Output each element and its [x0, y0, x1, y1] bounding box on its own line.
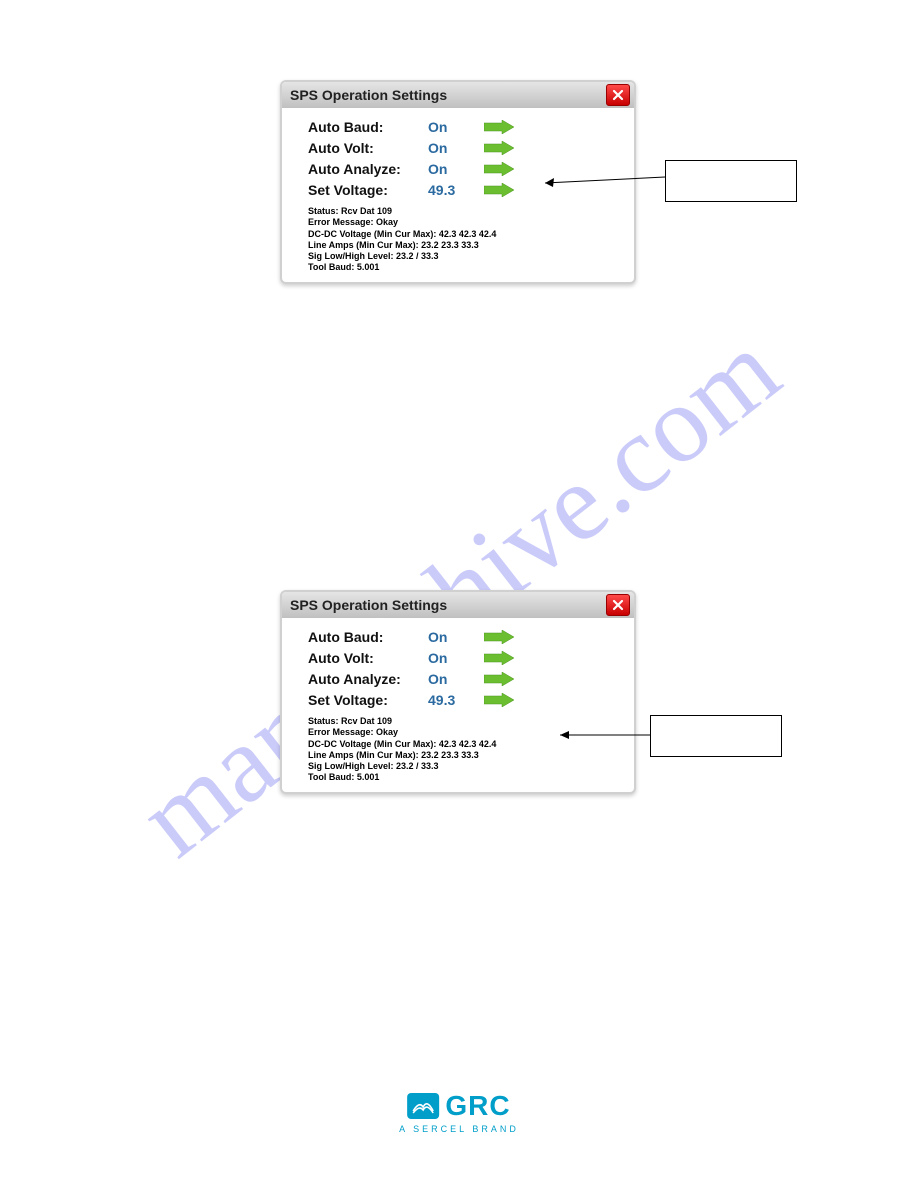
label-auto-volt: Auto Volt: [308, 140, 428, 156]
mountain-icon [411, 1097, 435, 1115]
baud-line: Tool Baud: 5.001 [308, 262, 620, 273]
close-icon [612, 89, 624, 101]
value-auto-volt: On [428, 650, 483, 666]
close-button[interactable] [606, 84, 630, 106]
grc-tagline: A SERCEL BRAND [399, 1124, 519, 1134]
close-icon [612, 599, 624, 611]
arrow-button-auto-volt[interactable] [483, 140, 515, 156]
row-auto-volt: Auto Volt: On [308, 137, 620, 158]
dialog-title: SPS Operation Settings [290, 87, 447, 103]
footer-logo: GRC A SERCEL BRAND [399, 1090, 519, 1134]
arrow-right-icon [484, 141, 514, 155]
row-set-voltage: Set Voltage: 49.3 [308, 689, 620, 710]
arrow-right-icon [484, 162, 514, 176]
lineamps-line: Line Amps (Min Cur Max): 23.2 23.3 33.3 [308, 750, 620, 761]
row-auto-volt: Auto Volt: On [308, 647, 620, 668]
sps-dialog-2: SPS Operation Settings Auto Baud: On Aut… [280, 590, 636, 794]
value-auto-baud: On [428, 119, 483, 135]
arrow-button-set-voltage[interactable] [483, 182, 515, 198]
grc-brand-text: GRC [445, 1090, 510, 1122]
row-auto-baud: Auto Baud: On [308, 626, 620, 647]
sig-line: Sig Low/High Level: 23.2 / 33.3 [308, 251, 620, 262]
label-auto-baud: Auto Baud: [308, 119, 428, 135]
arrow-button-auto-analyze[interactable] [483, 161, 515, 177]
label-auto-baud: Auto Baud: [308, 629, 428, 645]
label-set-voltage: Set Voltage: [308, 182, 428, 198]
value-set-voltage: 49.3 [428, 692, 483, 708]
arrow-right-icon [484, 651, 514, 665]
arrow-right-icon [484, 693, 514, 707]
arrow-right-icon [484, 120, 514, 134]
error-line: Error Message: Okay [308, 217, 620, 228]
callout-arrow-2 [555, 725, 655, 745]
value-set-voltage: 49.3 [428, 182, 483, 198]
sig-line: Sig Low/High Level: 23.2 / 33.3 [308, 761, 620, 772]
arrow-button-auto-baud[interactable] [483, 119, 515, 135]
callout-box-2 [650, 715, 782, 757]
value-auto-analyze: On [428, 671, 483, 687]
value-auto-baud: On [428, 629, 483, 645]
arrow-button-auto-analyze[interactable] [483, 671, 515, 687]
status-line: Status: Rcv Dat 109 [308, 206, 620, 217]
arrow-right-icon [484, 183, 514, 197]
arrow-button-set-voltage[interactable] [483, 692, 515, 708]
callout-box-1 [665, 160, 797, 202]
value-auto-volt: On [428, 140, 483, 156]
label-auto-volt: Auto Volt: [308, 650, 428, 666]
titlebar: SPS Operation Settings [282, 82, 634, 108]
lineamps-line: Line Amps (Min Cur Max): 23.2 23.3 33.3 [308, 240, 620, 251]
arrow-button-auto-baud[interactable] [483, 629, 515, 645]
arrow-right-icon [484, 630, 514, 644]
label-set-voltage: Set Voltage: [308, 692, 428, 708]
callout-arrow-1 [540, 165, 670, 205]
label-auto-analyze: Auto Analyze: [308, 671, 428, 687]
close-button[interactable] [606, 594, 630, 616]
baud-line: Tool Baud: 5.001 [308, 772, 620, 783]
dcdc-line: DC-DC Voltage (Min Cur Max): 42.3 42.3 4… [308, 229, 620, 240]
arrow-right-icon [484, 672, 514, 686]
grc-logo-icon [407, 1093, 439, 1119]
row-auto-analyze: Auto Analyze: On [308, 668, 620, 689]
dialog-title: SPS Operation Settings [290, 597, 447, 613]
label-auto-analyze: Auto Analyze: [308, 161, 428, 177]
value-auto-analyze: On [428, 161, 483, 177]
row-auto-baud: Auto Baud: On [308, 116, 620, 137]
arrow-button-auto-volt[interactable] [483, 650, 515, 666]
status-block: Status: Rcv Dat 109 Error Message: Okay … [308, 206, 620, 274]
titlebar: SPS Operation Settings [282, 592, 634, 618]
